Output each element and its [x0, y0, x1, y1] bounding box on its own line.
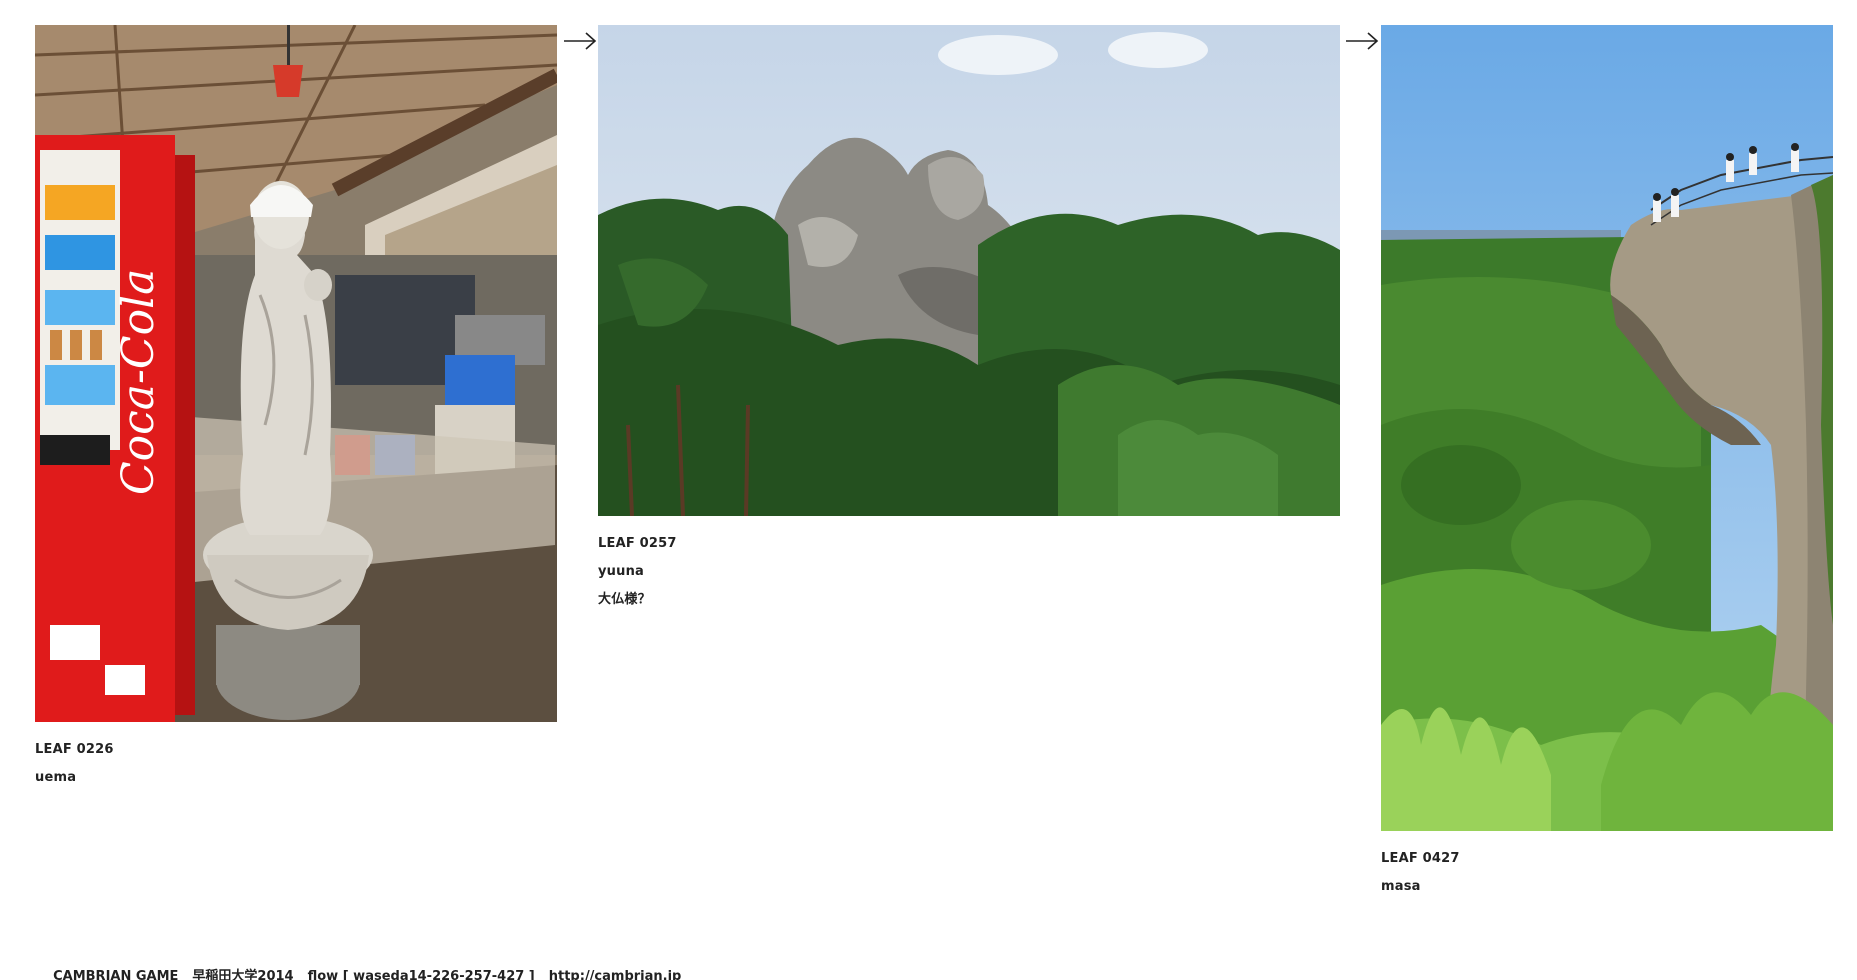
leaf-meta: LEAF 0427 masa — [1381, 845, 1833, 901]
footer: CAMBRIAN GAME 早稲田大学2014 flow [ waseda14-22… — [35, 950, 681, 980]
cliff-overlook-valley-photo — [1381, 25, 1833, 831]
leaf-meta: LEAF 0257 yuuna 大仏様？ — [598, 530, 1340, 614]
leaf-user[interactable]: masa — [1381, 873, 1833, 901]
footer-flow: flow [ waseda14-226-257-427 ] — [307, 969, 535, 980]
rock-peak-forest-photo — [598, 25, 1340, 516]
leaf-id[interactable]: LEAF 0427 — [1381, 845, 1833, 873]
footer-brand: CAMBRIAN GAME — [53, 969, 179, 980]
leaf-card-0226: Coca-Cola LEAF 0226 uema — [35, 25, 557, 792]
right-arrow-icon — [564, 32, 597, 50]
leaf-photo[interactable]: Coca-Cola — [35, 25, 557, 722]
page: Coca-Cola LEAF 0226 uema LEAF 0257 yuuna… — [0, 0, 1857, 980]
svg-text:Coca-Cola: Coca-Cola — [113, 269, 164, 495]
footer-link[interactable]: http://cambrian.jp — [549, 969, 682, 980]
leaf-caption: 大仏様？ — [598, 592, 651, 607]
jizo-statue-vending-machine-photo: Coca-Cola — [35, 25, 557, 722]
leaf-photo[interactable] — [598, 25, 1340, 516]
footer-university: 早稲田大学2014 — [192, 969, 294, 980]
leaf-meta: LEAF 0226 uema — [35, 736, 557, 792]
leaf-id[interactable]: LEAF 0226 — [35, 736, 557, 764]
leaf-photo[interactable] — [1381, 25, 1833, 831]
leaf-id[interactable]: LEAF 0257 — [598, 530, 1340, 558]
leaf-user[interactable]: yuuna — [598, 558, 1340, 586]
leaf-card-0257: LEAF 0257 yuuna 大仏様？ — [598, 25, 1340, 614]
right-arrow-icon — [1346, 32, 1379, 50]
leaf-card-0427: LEAF 0427 masa — [1381, 25, 1833, 901]
leaf-user[interactable]: uema — [35, 764, 557, 792]
